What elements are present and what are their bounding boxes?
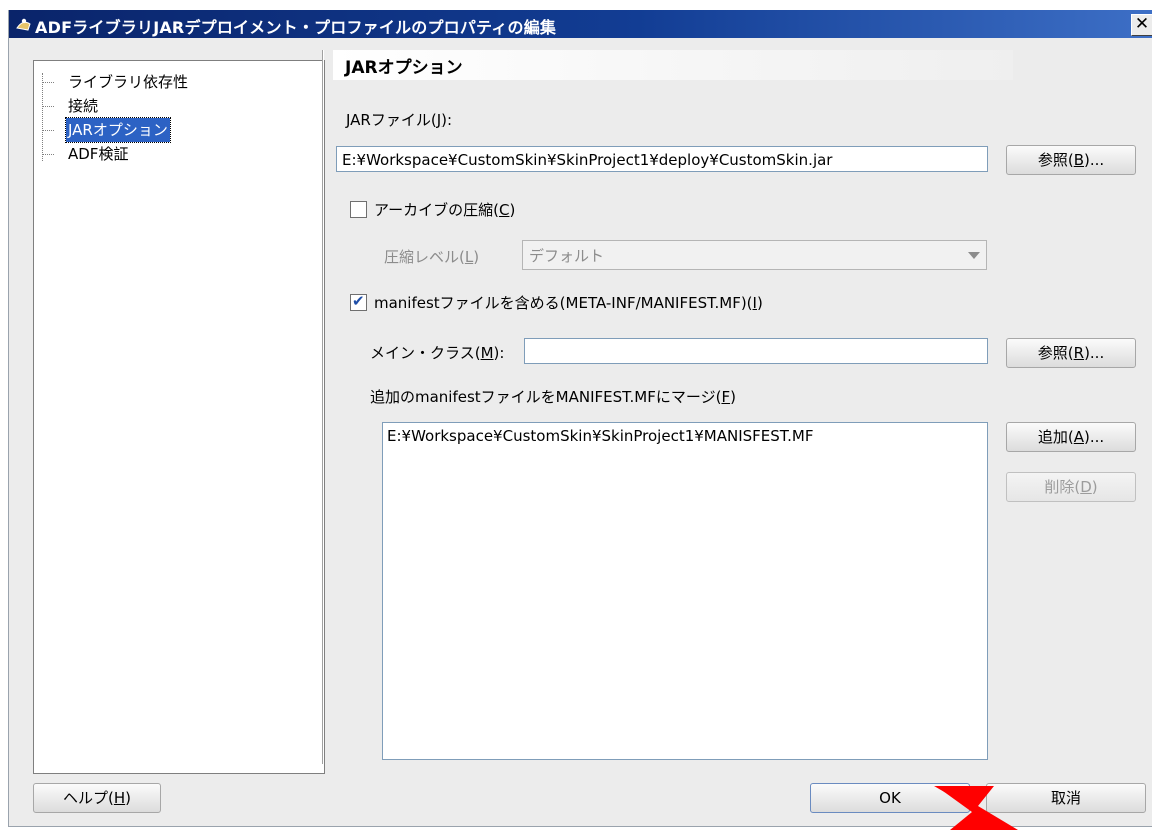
chevron-down-icon — [968, 252, 980, 259]
app-icon — [16, 18, 31, 31]
browse-jar-button[interactable]: 参照(B)... — [1006, 145, 1136, 175]
compression-level-select[interactable]: デフォルト — [522, 240, 987, 270]
close-icon: ✕ — [1134, 14, 1150, 34]
navigation-tree: ライブラリ依存性 接続 JARオプション ADF検証 — [33, 60, 325, 774]
close-button[interactable]: ✕ — [1131, 14, 1152, 36]
merge-manifest-list[interactable]: E:¥Workspace¥CustomSkin¥SkinProject1¥MAN… — [382, 422, 988, 760]
cancel-button[interactable]: 取消 — [986, 783, 1146, 813]
tree-item-label: ADF検証 — [68, 145, 129, 163]
window-title: ADFライブラリJARデプロイメント・プロファイルのプロパティの編集 — [35, 18, 557, 37]
section-header: JARオプション — [333, 50, 1013, 80]
compress-label: アーカイブの圧縮(C) — [374, 201, 516, 219]
compression-level-label: 圧縮レベル(L) — [384, 248, 480, 266]
ok-button[interactable]: OK — [810, 783, 970, 813]
remove-manifest-button[interactable]: 削除(D) — [1006, 472, 1136, 502]
main-class-label: メイン・クラス(M): — [370, 344, 505, 362]
tree-connector — [42, 73, 43, 161]
tree-branch — [42, 130, 54, 131]
jar-file-input[interactable]: E:¥Workspace¥CustomSkin¥SkinProject1¥dep… — [336, 146, 988, 172]
checkmark-icon: ✔ — [352, 292, 365, 310]
tree-branch — [42, 154, 54, 155]
compression-level-value: デフォルト — [529, 247, 605, 265]
include-manifest-checkbox[interactable]: ✔ — [350, 292, 367, 311]
merge-manifest-label: 追加のmanifestファイルをMANIFEST.MFにマージ(F) — [370, 388, 736, 406]
tree-item-label: ライブラリ依存性 — [68, 73, 189, 91]
browse-main-class-button[interactable]: 参照(R)... — [1006, 338, 1136, 368]
tree-branch — [42, 82, 54, 83]
add-manifest-button[interactable]: 追加(A)... — [1006, 422, 1136, 452]
tree-item-label: 接続 — [68, 97, 99, 115]
help-button[interactable]: ヘルプ(H) — [33, 783, 161, 813]
jar-file-label: JARファイル(J): — [346, 111, 453, 129]
tree-branch — [42, 106, 54, 107]
title-bar[interactable]: ADFライブラリJARデプロイメント・プロファイルのプロパティの編集 ✕ — [9, 10, 1152, 38]
compress-checkbox[interactable] — [350, 201, 367, 218]
section-title: JARオプション — [345, 58, 463, 78]
main-class-input[interactable] — [524, 338, 988, 364]
tree-item-label: JARオプション — [65, 117, 171, 143]
panel-divider[interactable] — [322, 50, 324, 764]
include-manifest-label: manifestファイルを含める(META-INF/MANIFEST.MF)(I… — [374, 294, 763, 312]
list-item[interactable]: E:¥Workspace¥CustomSkin¥SkinProject1¥MAN… — [387, 427, 814, 445]
